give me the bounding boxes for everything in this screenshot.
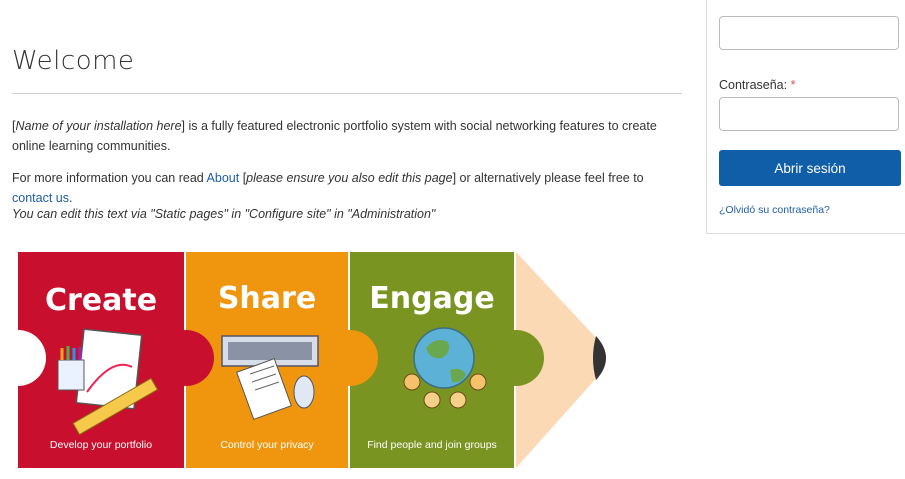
password-label-text: Contraseña: xyxy=(719,78,788,92)
password-label: Contraseña: * xyxy=(719,78,795,92)
intro-paragraph: [Name of your installation here] is a fu… xyxy=(12,119,657,153)
forgot-password-link[interactable]: ¿Olvidó su contraseña? xyxy=(719,204,830,216)
pencil-tip xyxy=(516,252,606,468)
share-piece: Share Control your privacy xyxy=(186,252,376,468)
share-title: Share xyxy=(218,281,316,316)
required-mark: * xyxy=(790,78,796,92)
info-pre: For more information you can read xyxy=(12,171,207,185)
info-paragraph: For more information you can read About … xyxy=(12,168,672,208)
engage-caption: Find people and join groups xyxy=(367,439,497,451)
engage-piece: Engage Find people and join groups xyxy=(350,252,542,468)
info-italic: please ensure you also edit this page xyxy=(246,171,453,185)
engage-title: Engage xyxy=(369,281,494,316)
contact-link[interactable]: contact us xyxy=(12,191,69,205)
login-sidebar: Contraseña: * Abrir sesión ¿Olvidó su co… xyxy=(706,0,905,234)
info-mid: ] or alternatively please feel free to xyxy=(452,171,644,185)
username-input[interactable] xyxy=(719,16,899,50)
pencil-lead xyxy=(593,336,606,380)
info-end: . xyxy=(68,191,73,205)
password-input[interactable] xyxy=(719,97,899,131)
about-link[interactable]: About xyxy=(207,171,240,185)
feature-puzzle-banner: Create Develop your portfolio Share Cont… xyxy=(18,252,606,468)
title-divider xyxy=(12,93,682,94)
create-title: Create xyxy=(45,283,157,318)
installation-name-placeholder: Name of your installation here xyxy=(15,119,182,133)
create-caption: Develop your portfolio xyxy=(50,439,152,451)
create-piece: Create Develop your portfolio xyxy=(18,252,212,468)
edit-hint: You can edit this text via "Static pages… xyxy=(12,207,436,221)
share-caption: Control your privacy xyxy=(220,439,314,451)
login-button[interactable]: Abrir sesión xyxy=(719,150,901,186)
page-title: Welcome xyxy=(12,46,135,76)
